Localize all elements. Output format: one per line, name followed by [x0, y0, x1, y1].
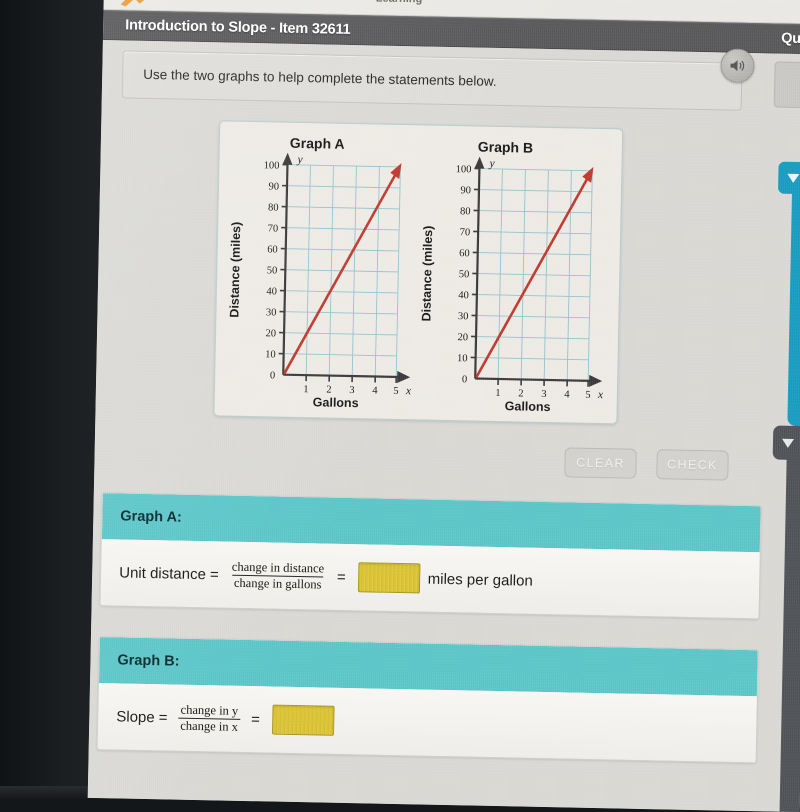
teal-side-panel: [787, 176, 800, 427]
brand-secondary-label: Learning: [376, 0, 423, 5]
svg-text:Gallons: Gallons: [313, 395, 359, 409]
prompt-text: Use the two graphs to help complete the …: [143, 67, 497, 89]
panel-a-denominator: change in gallons: [232, 574, 324, 592]
panel-b-equals-2: =: [251, 711, 260, 728]
svg-text:0: 0: [270, 370, 275, 381]
speaker-icon: [728, 58, 746, 74]
answer-panel-graph-b: Graph B: Slope = change in y change in x…: [97, 636, 759, 763]
svg-text:30: 30: [266, 307, 277, 318]
brand-name: Math: [160, 0, 187, 3]
svg-text:5: 5: [393, 386, 398, 397]
panel-b-equation-label: Slope: [116, 708, 155, 726]
svg-text:80: 80: [268, 202, 279, 213]
svg-text:50: 50: [267, 265, 278, 276]
side-placeholder-card: [774, 61, 800, 108]
svg-text:60: 60: [267, 244, 278, 255]
answer-panel-graph-a: Graph A: Unit distance = change in dista…: [100, 492, 762, 619]
svg-text:3: 3: [349, 385, 354, 396]
svg-text:Distance (miles): Distance (miles): [419, 225, 435, 321]
check-button[interactable]: CHECK: [656, 449, 729, 480]
svg-text:20: 20: [265, 328, 276, 339]
panel-a-unit-label: miles per gallon: [428, 570, 533, 589]
audio-play-button[interactable]: [720, 48, 755, 83]
panel-a-equation-label: Unit distance: [119, 564, 206, 583]
svg-text:10: 10: [265, 349, 276, 360]
svg-text:3: 3: [541, 389, 546, 400]
svg-text:2: 2: [326, 385, 331, 396]
svg-text:50: 50: [459, 269, 470, 280]
svg-text:100: 100: [264, 160, 280, 171]
gray-side-panel: [779, 442, 800, 812]
svg-text:40: 40: [458, 290, 469, 301]
orange-chevron-logo-icon: [118, 0, 156, 8]
svg-text:30: 30: [458, 311, 469, 322]
svg-text:x: x: [597, 389, 604, 401]
svg-text:10: 10: [457, 353, 468, 364]
svg-text:x: x: [405, 385, 412, 397]
svg-text:100: 100: [456, 164, 472, 175]
chevron-down-icon: [781, 437, 795, 449]
panel-a-equals-2: =: [337, 568, 346, 585]
svg-text:Gallons: Gallons: [505, 399, 551, 413]
chevron-down-icon: [786, 172, 800, 184]
svg-text:Distance (miles): Distance (miles): [227, 222, 243, 318]
panel-b-body: Slope = change in y change in x =: [98, 683, 757, 762]
svg-text:70: 70: [268, 223, 279, 234]
svg-text:y: y: [488, 158, 495, 170]
svg-text:4: 4: [564, 389, 570, 400]
graphs-figure-card: Graph A Graph B: [213, 120, 623, 424]
content-area: Use the two graphs to help complete the …: [88, 40, 800, 812]
app-screen: Math Learning Introduction to Slope - It…: [88, 0, 800, 812]
graph-a-plot: 100 90 80 70 60 50 40 30 20 10 0 1: [221, 147, 422, 409]
svg-text:40: 40: [266, 286, 277, 297]
svg-text:0: 0: [462, 374, 467, 385]
page-title: Introduction to Slope - Item 32611: [125, 17, 351, 38]
panel-a-fraction: change in distance change in gallons: [229, 559, 326, 591]
svg-text:20: 20: [457, 332, 468, 343]
panel-b-denominator: change in x: [178, 717, 240, 734]
svg-text:90: 90: [268, 181, 279, 192]
svg-text:90: 90: [460, 185, 471, 196]
panel-b-fraction: change in y change in x: [178, 702, 240, 734]
question-counter-label: Questi: [781, 31, 800, 48]
svg-text:60: 60: [459, 248, 470, 259]
gray-panel-toggle[interactable]: [773, 426, 800, 461]
svg-text:1: 1: [495, 388, 500, 399]
clear-button[interactable]: CLEAR: [564, 447, 637, 478]
panel-a-body: Unit distance = change in distance chang…: [101, 539, 760, 618]
panel-a-equals-1: =: [210, 566, 219, 583]
svg-text:80: 80: [460, 206, 471, 217]
teal-panel-toggle[interactable]: [778, 162, 800, 195]
prompt-box: Use the two graphs to help complete the …: [122, 50, 743, 110]
svg-text:70: 70: [460, 227, 471, 238]
panel-b-equals-1: =: [159, 709, 168, 726]
panel-b-numerator: change in y: [178, 702, 240, 718]
panel-a-answer-input[interactable]: [357, 562, 420, 593]
panel-b-answer-input[interactable]: [272, 705, 335, 736]
graph-b-plot: 100 90 80 70 60 50 40 30 20 10 0 1: [413, 151, 614, 413]
svg-text:5: 5: [585, 390, 590, 401]
svg-text:y: y: [296, 154, 303, 166]
svg-text:4: 4: [372, 385, 378, 396]
svg-text:2: 2: [518, 388, 523, 399]
svg-text:1: 1: [303, 384, 308, 395]
photographed-screen: Math Learning Introduction to Slope - It…: [0, 0, 800, 800]
